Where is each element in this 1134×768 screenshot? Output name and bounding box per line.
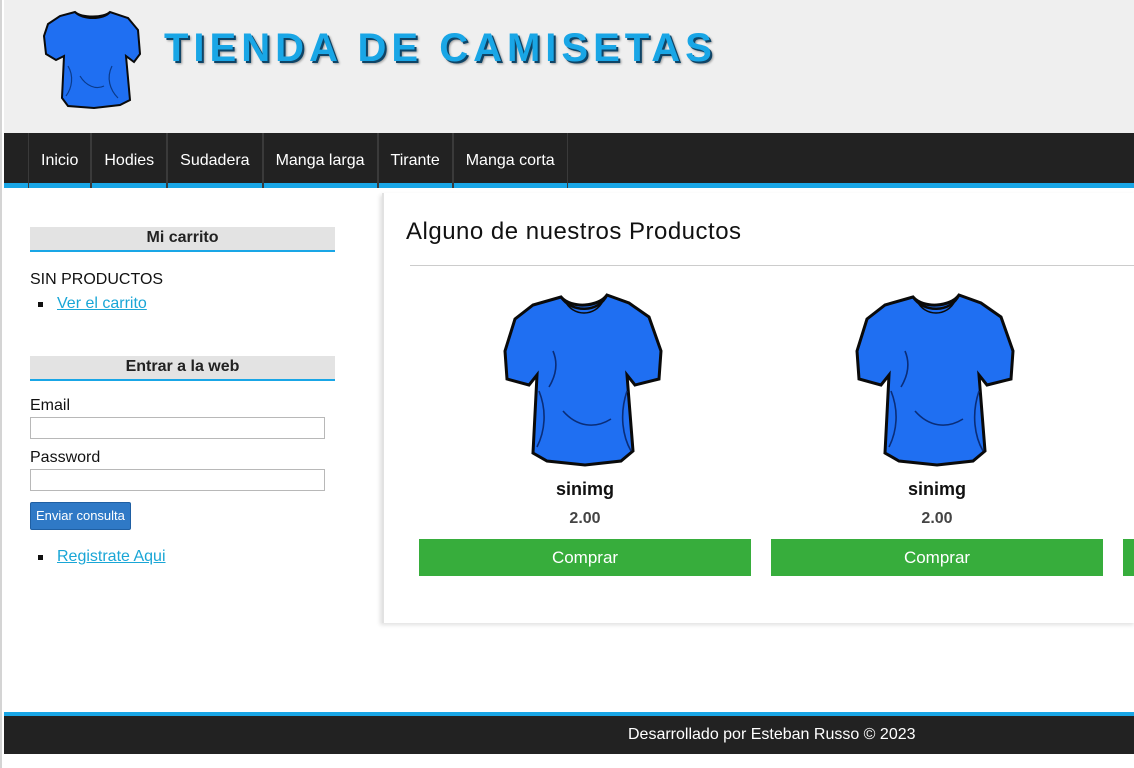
bullet-icon	[38, 301, 43, 307]
page: TIENDA DE CAMISETAS Inicio Hodies Sudade…	[0, 0, 1134, 768]
buy-button[interactable]	[1123, 539, 1134, 576]
site-footer: Desarrollado por Esteban Russo © 2023	[4, 712, 1134, 754]
tshirt-icon	[42, 10, 142, 110]
buy-button[interactable]: Comprar	[771, 539, 1103, 576]
cart-title: Mi carrito	[30, 227, 335, 252]
nav-item-manga-corta[interactable]: Manga corta	[452, 133, 568, 188]
site-title: TIENDA DE CAMISETAS	[164, 26, 717, 70]
main-nav: Inicio Hodies Sudadera Manga larga Tiran…	[4, 133, 1134, 188]
cart-empty-text: SIN PRODUCTOS	[30, 271, 164, 288]
product-price: 2.00	[921, 510, 953, 527]
nav-item-tirante[interactable]: Tirante	[377, 133, 453, 188]
sidebar: Mi carrito SIN PRODUCTOS Ver el carrito …	[30, 193, 336, 566]
buy-button[interactable]: Comprar	[419, 539, 751, 576]
password-label: Password	[30, 449, 101, 466]
nav-item-hodies[interactable]: Hodies	[91, 133, 168, 188]
tshirt-image	[855, 293, 1015, 467]
tshirt-image	[503, 293, 663, 467]
nav-item-manga-larga[interactable]: Manga larga	[262, 133, 378, 188]
nav-item-inicio[interactable]: Inicio	[28, 133, 92, 188]
email-field[interactable]	[30, 417, 325, 439]
product-name: sinimg	[907, 479, 966, 499]
view-cart-link[interactable]: Ver el carrito	[57, 295, 147, 313]
products-title: Alguno de nuestros Productos	[406, 218, 742, 245]
bullet-icon	[38, 554, 43, 560]
register-link[interactable]: Registrate Aqui	[57, 548, 166, 566]
footer-text: Desarrollado por Esteban Russo © 2023	[628, 726, 916, 743]
nav-item-sudadera[interactable]: Sudadera	[167, 133, 263, 188]
product-name: sinimg	[555, 479, 614, 499]
view-cart-item: Ver el carrito	[38, 295, 336, 313]
register-item: Registrate Aqui	[38, 548, 336, 566]
email-label: Email	[30, 397, 71, 414]
product-price: 2.00	[569, 510, 601, 527]
products-section: sinimg 2.00 Comprar sinimg 2.00 Comprar	[382, 193, 1134, 623]
divider	[410, 265, 1134, 266]
submit-button[interactable]: Enviar consulta	[30, 502, 131, 530]
password-field[interactable]	[30, 469, 325, 491]
login-title: Entrar a la web	[30, 356, 335, 381]
site-header: TIENDA DE CAMISETAS	[4, 0, 1134, 133]
